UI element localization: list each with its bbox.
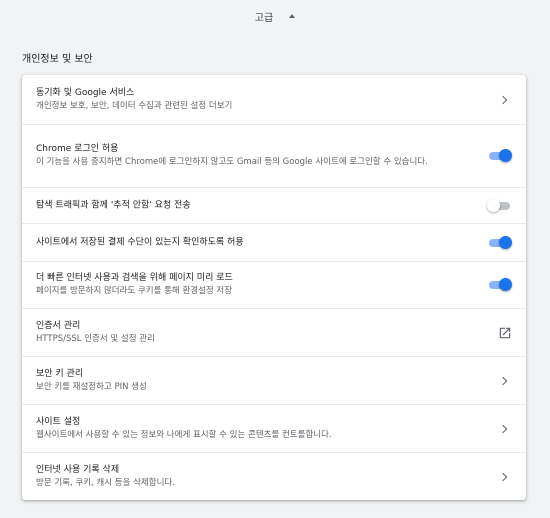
row-title: 사이트 설정 xyxy=(36,416,81,427)
chevron-right-icon xyxy=(498,424,508,433)
row-title: 더 빠른 인터넷 사용과 검색을 위해 페이지 미리 로드 xyxy=(36,273,233,283)
row-title: 탐색 트래픽과 함께 '추적 안함' 요청 전송 xyxy=(36,200,191,210)
payment-methods-toggle[interactable] xyxy=(487,235,512,250)
toggle-knob xyxy=(499,278,512,291)
row-title: 동기화 및 Google 서비스 xyxy=(36,87,135,98)
caret-up-icon xyxy=(289,14,296,18)
row-manage-security-keys[interactable]: 보안 키 관리 보안 키를 재설정하고 PIN 생성 xyxy=(22,356,526,404)
toggle-knob xyxy=(487,198,500,212)
row-description: 웹사이트에서 사용할 수 있는 정보와 나에게 표시할 수 있는 콘텐츠를 컨트… xyxy=(36,429,332,440)
toggle-knob xyxy=(499,149,512,162)
row-title: 보안 키 관리 xyxy=(36,368,84,379)
row-description: 페이지를 방문하지 않더라도 쿠키를 통해 환경설정 저장 xyxy=(36,286,233,296)
do-not-track-toggle[interactable] xyxy=(487,198,512,213)
row-title: 사이트에서 저장된 결제 수단이 있는지 확인하도록 허용 xyxy=(36,237,244,247)
row-allow-chrome-signin: Chrome 로그인 허용 이 기능을 사용 중지하면 Chrome에 로그인하… xyxy=(22,124,526,187)
chevron-right-icon xyxy=(498,376,508,385)
row-title: Chrome 로그인 허용 xyxy=(36,144,119,154)
row-title: 인증서 관리 xyxy=(36,320,81,331)
row-description: 방문 기록, 쿠키, 캐시 등을 삭제합니다. xyxy=(36,477,175,488)
toggle-knob xyxy=(499,235,512,249)
row-title: 인터넷 사용 기록 삭제 xyxy=(36,464,120,475)
row-description: 개인정보 보호, 보안, 데이터 수집과 관련된 설정 더보기 xyxy=(36,100,233,111)
privacy-security-card: 동기화 및 Google 서비스 개인정보 보호, 보안, 데이터 수집과 관련… xyxy=(22,75,526,500)
row-do-not-track: 탐색 트래픽과 함께 '추적 안함' 요청 전송 xyxy=(22,187,526,223)
row-manage-certificates[interactable]: 인증서 관리 HTTPS/SSL 인증서 및 설정 관리 xyxy=(22,308,526,356)
chevron-right-icon xyxy=(498,472,508,481)
row-description: 이 기능을 사용 중지하면 Chrome에 로그인하지 않고도 Gmail 등의… xyxy=(36,157,428,167)
row-payment-methods: 사이트에서 저장된 결제 수단이 있는지 확인하도록 허용 xyxy=(22,223,526,261)
advanced-toggle[interactable]: 고급 xyxy=(0,0,550,32)
row-clear-browsing-data[interactable]: 인터넷 사용 기록 삭제 방문 기록, 쿠키, 캐시 등을 삭제합니다. xyxy=(22,452,526,500)
preload-pages-toggle[interactable] xyxy=(487,278,512,292)
section-title: 개인정보 및 보안 xyxy=(22,54,93,65)
row-description: 보안 키를 재설정하고 PIN 생성 xyxy=(36,381,147,392)
row-description: HTTPS/SSL 인증서 및 설정 관리 xyxy=(36,333,155,344)
row-site-settings[interactable]: 사이트 설정 웹사이트에서 사용할 수 있는 정보와 나에게 표시할 수 있는 … xyxy=(22,404,526,452)
row-preload-pages: 더 빠른 인터넷 사용과 검색을 위해 페이지 미리 로드 페이지를 방문하지 … xyxy=(22,261,526,308)
advanced-label: 고급 xyxy=(254,12,274,24)
row-sync-google-services[interactable]: 동기화 및 Google 서비스 개인정보 보호, 보안, 데이터 수집과 관련… xyxy=(22,75,526,124)
chrome-signin-toggle[interactable] xyxy=(487,149,512,163)
open-in-new-icon xyxy=(499,327,511,338)
chevron-right-icon xyxy=(498,95,508,104)
